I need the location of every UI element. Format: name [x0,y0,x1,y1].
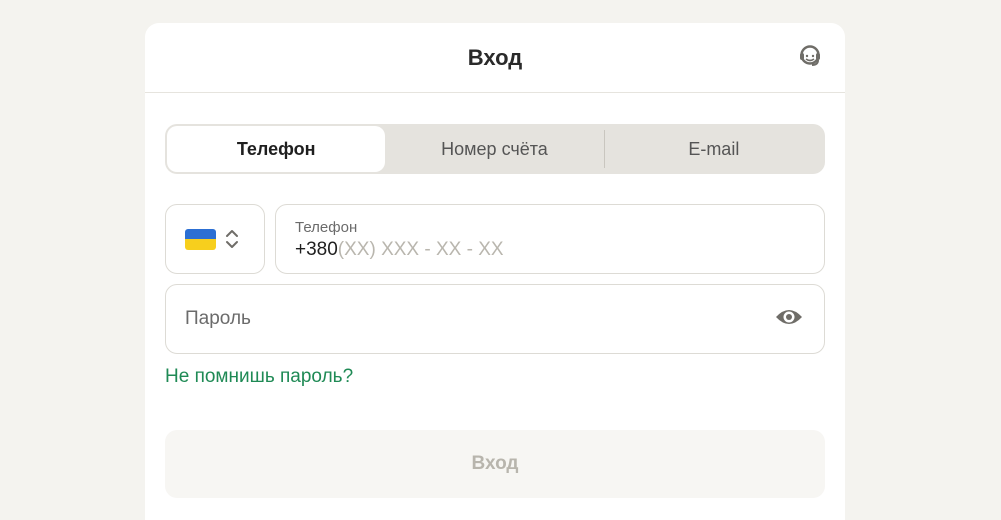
forgot-password-link[interactable]: Не помнишь пароль? [165,366,353,388]
login-method-tabs: Телефон Номер счёта E-mail [165,124,825,174]
show-password-button[interactable] [774,304,804,334]
tab-label: Номер счёта [441,138,548,159]
password-placeholder: Пароль [185,308,251,329]
country-code-select[interactable] [165,204,265,274]
phone-mask-placeholder: (XX) XXX - XX - XX [337,239,504,260]
tab-account-number[interactable]: Номер счёта [385,126,603,172]
login-card: Вход Телефон Номер счёта E-mail Телефон … [145,23,845,520]
eye-icon [774,306,804,333]
support-button[interactable] [795,43,825,73]
page-title: Вход [467,44,523,70]
phone-label: Телефон [295,219,358,236]
password-input[interactable]: Пароль [165,284,825,354]
phone-prefix: +380 [295,239,338,260]
headset-icon [796,42,824,75]
chevron-up-down-icon [224,228,240,250]
login-submit-button[interactable]: Вход [165,430,825,498]
ukraine-flag-icon [185,228,216,250]
tab-label: Телефон [236,138,316,159]
tab-phone[interactable]: Телефон [167,126,386,172]
card-header: Вход [145,23,845,93]
tab-label: E-mail [688,138,740,159]
phone-input[interactable]: Телефон +380(XX) XXX - XX - XX [275,204,825,274]
tab-email[interactable]: E-mail [605,126,823,172]
phone-value: +380(XX) XXX - XX - XX [295,239,805,261]
